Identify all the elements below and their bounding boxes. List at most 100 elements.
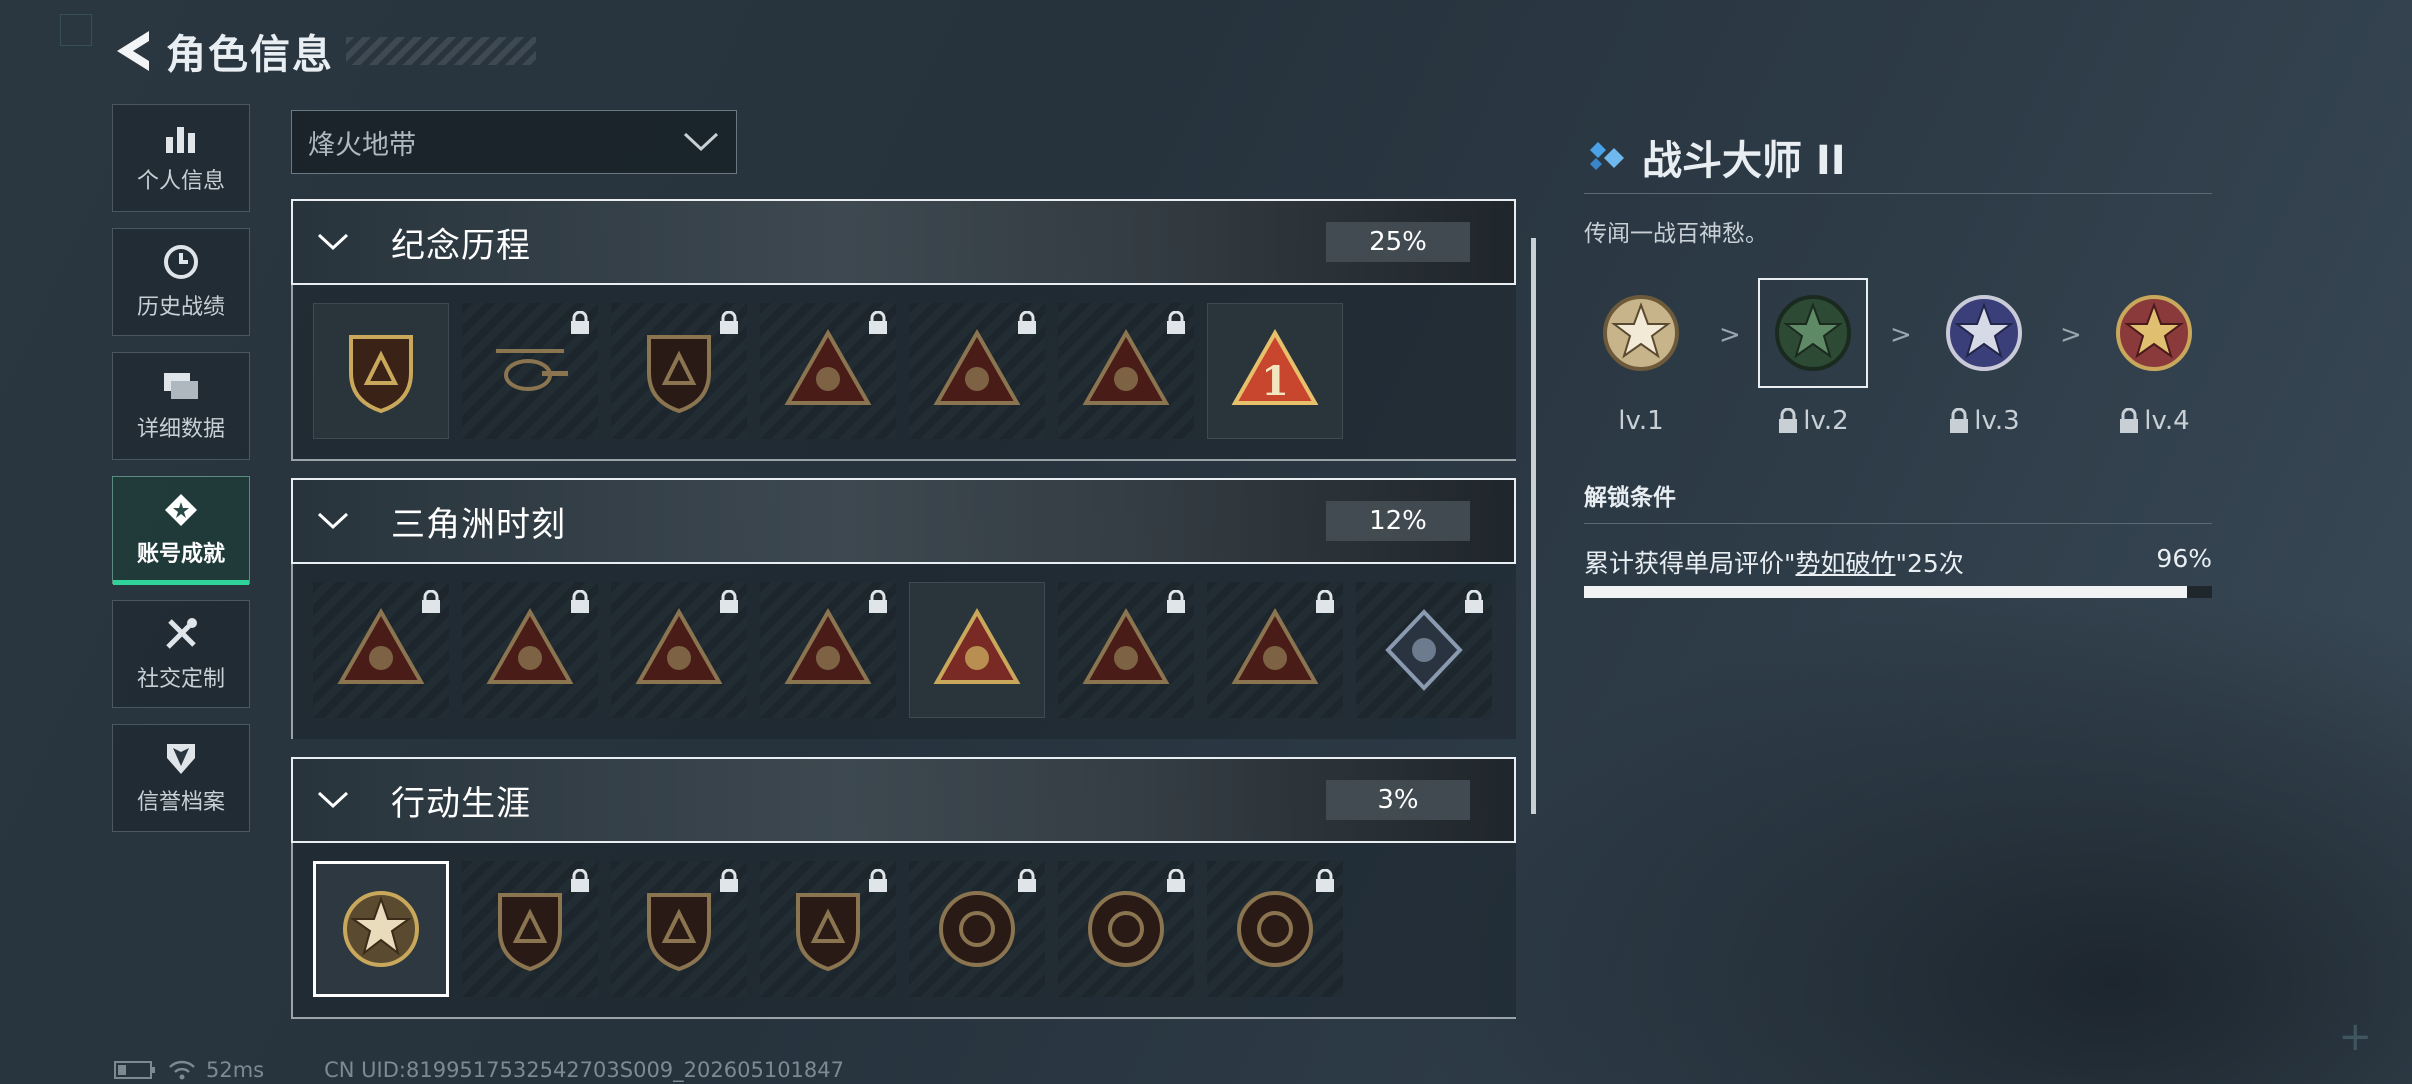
lock-icon — [869, 590, 887, 613]
vault-triangle-badge-icon — [337, 607, 425, 684]
crowd-triangle-badge-icon — [1082, 607, 1170, 684]
achievement-badge[interactable] — [313, 582, 449, 718]
sidebar-item-achievements[interactable]: 账号成就 — [112, 476, 250, 585]
level-progression: lv.1 > lv.2 > lv.3 > lv.4 — [1584, 278, 2204, 448]
sidebar-item-profile[interactable]: 个人信息 — [112, 104, 250, 212]
section-header-career[interactable]: 行动生涯 3% — [291, 757, 1516, 843]
level-arrow: > — [1719, 320, 1741, 350]
badge-row — [313, 582, 1505, 718]
wing-shield-badge-icon — [647, 893, 711, 972]
achievement-badge[interactable] — [611, 582, 747, 718]
star-medal-badge-icon — [343, 891, 419, 967]
condition-percent: 96% — [2156, 544, 2212, 573]
battery-icon — [114, 1061, 155, 1079]
badge-row: 1 — [313, 303, 1356, 439]
achievement-badge[interactable] — [1207, 582, 1343, 718]
achievement-badge[interactable] — [909, 861, 1045, 997]
bird-triangle-badge-icon — [1231, 607, 1319, 684]
achievement-badge[interactable] — [1356, 582, 1492, 718]
achievement-badge[interactable] — [313, 303, 449, 439]
helicopter-badge-icon — [496, 349, 568, 391]
mode-select[interactable]: 烽火地带 — [291, 110, 737, 174]
section-title: 纪念历程 — [391, 225, 531, 266]
lock-icon — [1316, 869, 1334, 892]
robot-triangle-badge-icon — [486, 607, 574, 684]
corner-frame — [60, 14, 92, 46]
section-body-career — [291, 843, 1516, 1019]
level-2[interactable]: lv.2 — [1756, 278, 1870, 436]
detail-description: 传闻一战百神愁。 — [1584, 221, 1768, 247]
level-label: lv.1 — [1618, 406, 1664, 436]
achievement-badge[interactable] — [909, 582, 1045, 718]
sidebar-item-label: 账号成就 — [136, 542, 225, 567]
lock-icon — [1316, 590, 1334, 613]
achievement-badge[interactable] — [462, 582, 598, 718]
sidebar-item-label: 详细数据 — [136, 417, 225, 442]
shield-rank-icon — [167, 744, 195, 774]
lock-icon — [869, 311, 887, 334]
scrollbar[interactable] — [1531, 238, 1536, 814]
team-triangle-badge-icon — [933, 607, 1021, 684]
progress-fill — [1584, 586, 2187, 598]
lock-icon — [422, 590, 440, 613]
section-title: 三角洲时刻 — [391, 504, 566, 545]
achievement-badge[interactable] — [760, 303, 896, 439]
chevron-down-icon — [317, 512, 349, 530]
achievement-badge[interactable] — [1058, 582, 1194, 718]
section-header-memorial[interactable]: 纪念历程 25% — [291, 199, 1516, 285]
divider — [1584, 523, 2212, 524]
achievement-badge[interactable]: 1 — [1207, 303, 1343, 439]
section-percent: 12% — [1326, 501, 1470, 541]
unlock-conditions-title: 解锁条件 — [1584, 485, 1676, 511]
level-arrow: > — [1890, 320, 1912, 350]
section-title: 行动生涯 — [391, 783, 531, 824]
achievement-badge[interactable] — [462, 861, 598, 997]
sidebar-item-social[interactable]: 社交定制 — [112, 600, 250, 708]
back-arrow-icon — [117, 31, 149, 71]
achievement-badge[interactable] — [1058, 303, 1194, 439]
sidebar: 个人信息 历史战绩 详细数据 账号成就 社交定制 信誉档案 — [112, 104, 250, 848]
section-percent: 25% — [1326, 222, 1470, 262]
level-label: lv.2 — [1803, 406, 1849, 436]
lock-icon — [1779, 408, 1798, 433]
achievement-badge[interactable] — [313, 861, 449, 997]
unlock-condition: 累计获得单局评价"势如破竹"25次 96% — [1584, 544, 2212, 580]
diamond-cluster-icon — [1590, 142, 1624, 170]
lock-icon — [1018, 311, 1036, 334]
sidebar-item-label: 社交定制 — [136, 667, 225, 692]
achievement-badge[interactable] — [760, 582, 896, 718]
lock-icon — [1465, 590, 1483, 613]
uid-text: CN UID:8199517532542703S009_202605101847 — [324, 1058, 844, 1082]
bar-chart-icon — [166, 127, 195, 153]
sidebar-item-reputation[interactable]: 信誉档案 — [112, 724, 250, 832]
sidebar-item-stats[interactable]: 详细数据 — [112, 352, 250, 460]
section-header-delta-moments[interactable]: 三角洲时刻 12% — [291, 478, 1516, 564]
lock-icon — [571, 311, 589, 334]
achievement-badge[interactable] — [462, 303, 598, 439]
level-label: lv.3 — [1974, 406, 2020, 436]
mountain-shield-badge-icon — [349, 335, 413, 414]
sidebar-item-history[interactable]: 历史战绩 — [112, 228, 250, 336]
achievement-badge[interactable] — [1207, 861, 1343, 997]
detail-header: 战斗大师 II — [1584, 128, 1846, 186]
achievement-badge[interactable] — [909, 303, 1045, 439]
section-body-memorial: 1 — [291, 285, 1516, 461]
soldier-triangle-badge-icon — [784, 328, 872, 405]
back-button[interactable] — [110, 28, 156, 74]
diamond-shield-badge-icon — [647, 335, 711, 414]
ring-medal-badge-icon — [939, 891, 1015, 967]
lock-icon — [1167, 311, 1185, 334]
lock-icon — [2120, 408, 2139, 433]
page-header: 角色信息 — [110, 22, 536, 80]
lock-icon — [1167, 590, 1185, 613]
achievement-badge[interactable] — [760, 861, 896, 997]
level-3[interactable]: lv.3 — [1927, 278, 2041, 436]
achievement-badge[interactable] — [1058, 861, 1194, 997]
chevron-down-icon — [317, 233, 349, 251]
level-1[interactable]: lv.1 — [1584, 278, 1698, 436]
achievement-badge[interactable] — [611, 861, 747, 997]
achievement-badge[interactable] — [611, 303, 747, 439]
level-arrow: > — [2060, 320, 2082, 350]
data-cards-icon — [164, 373, 198, 399]
level-4[interactable]: lv.4 — [2097, 278, 2211, 436]
